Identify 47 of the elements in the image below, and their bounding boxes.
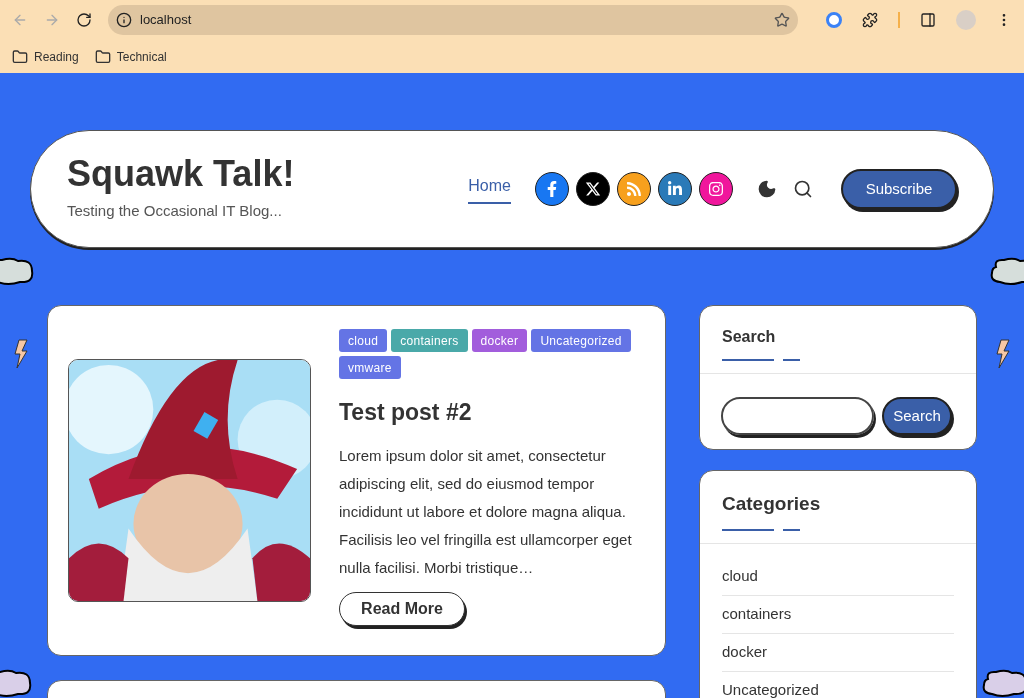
info-icon[interactable]	[116, 12, 132, 28]
read-more-button[interactable]: Read More	[339, 591, 465, 626]
rss-icon	[626, 181, 642, 197]
search-icon[interactable]	[793, 179, 813, 199]
cloud-icon	[990, 257, 1024, 287]
address-text: localhost	[140, 11, 193, 30]
cloud-icon	[0, 257, 34, 287]
widget-title: Categories	[722, 493, 821, 514]
social-button[interactable]	[535, 172, 569, 206]
bookmark[interactable]: Technical	[94, 47, 167, 66]
subscribe-button[interactable]: Subscribe	[841, 169, 957, 209]
category-link[interactable]: docker	[722, 640, 768, 664]
address-bar[interactable]: localhost	[108, 5, 798, 35]
social-button[interactable]	[576, 172, 610, 206]
category-tag[interactable]: cloud	[339, 329, 388, 352]
instagram-icon	[708, 181, 724, 197]
nav-link[interactable]: Home	[468, 174, 511, 204]
extension-icon[interactable]	[826, 12, 842, 28]
category-tag[interactable]: vmware	[339, 356, 401, 379]
post-excerpt: Lorem ipsum dolor sit amet, consectetur adipiscing elit, sed do eiusmod tempor incididunt ut labore et dolore magna aliqua. Facilisis leo vel fringilla est ullamcorper eget nulla facilisi. Morbi tristique…	[339, 445, 633, 578]
widget-title: Search	[722, 328, 776, 345]
x-icon	[585, 181, 601, 197]
lightning-icon	[14, 339, 28, 369]
folder-icon	[12, 48, 28, 65]
side-panel-icon[interactable]	[920, 12, 936, 28]
category-tag[interactable]: docker	[471, 329, 528, 352]
search-button[interactable]: Search	[882, 397, 952, 435]
star-icon[interactable]	[774, 12, 790, 28]
folder-icon	[94, 48, 111, 65]
puzzle-icon[interactable]	[862, 12, 878, 28]
social-button[interactable]	[699, 172, 733, 206]
social-button[interactable]	[617, 172, 651, 206]
category-link[interactable]: cloud	[722, 564, 758, 588]
bookmark[interactable]: Reading	[12, 47, 79, 66]
social-button[interactable]	[658, 172, 692, 206]
lightning-icon	[996, 339, 1010, 369]
linkedin-icon	[667, 181, 683, 197]
post-title[interactable]: Test post #2	[339, 395, 649, 430]
reload-icon[interactable]	[76, 12, 92, 28]
category-link[interactable]: Uncategorized	[722, 678, 819, 698]
site-title[interactable]: Squawk Talk!	[67, 155, 295, 192]
cloud-icon	[982, 669, 1024, 698]
category-link[interactable]: containers	[722, 602, 792, 626]
site-tagline: Testing the Occasional IT Blog...	[67, 200, 283, 221]
search-field[interactable]	[721, 397, 874, 435]
dark-mode-icon[interactable]	[757, 179, 777, 199]
category-tag[interactable]: Uncategorized	[531, 329, 631, 352]
